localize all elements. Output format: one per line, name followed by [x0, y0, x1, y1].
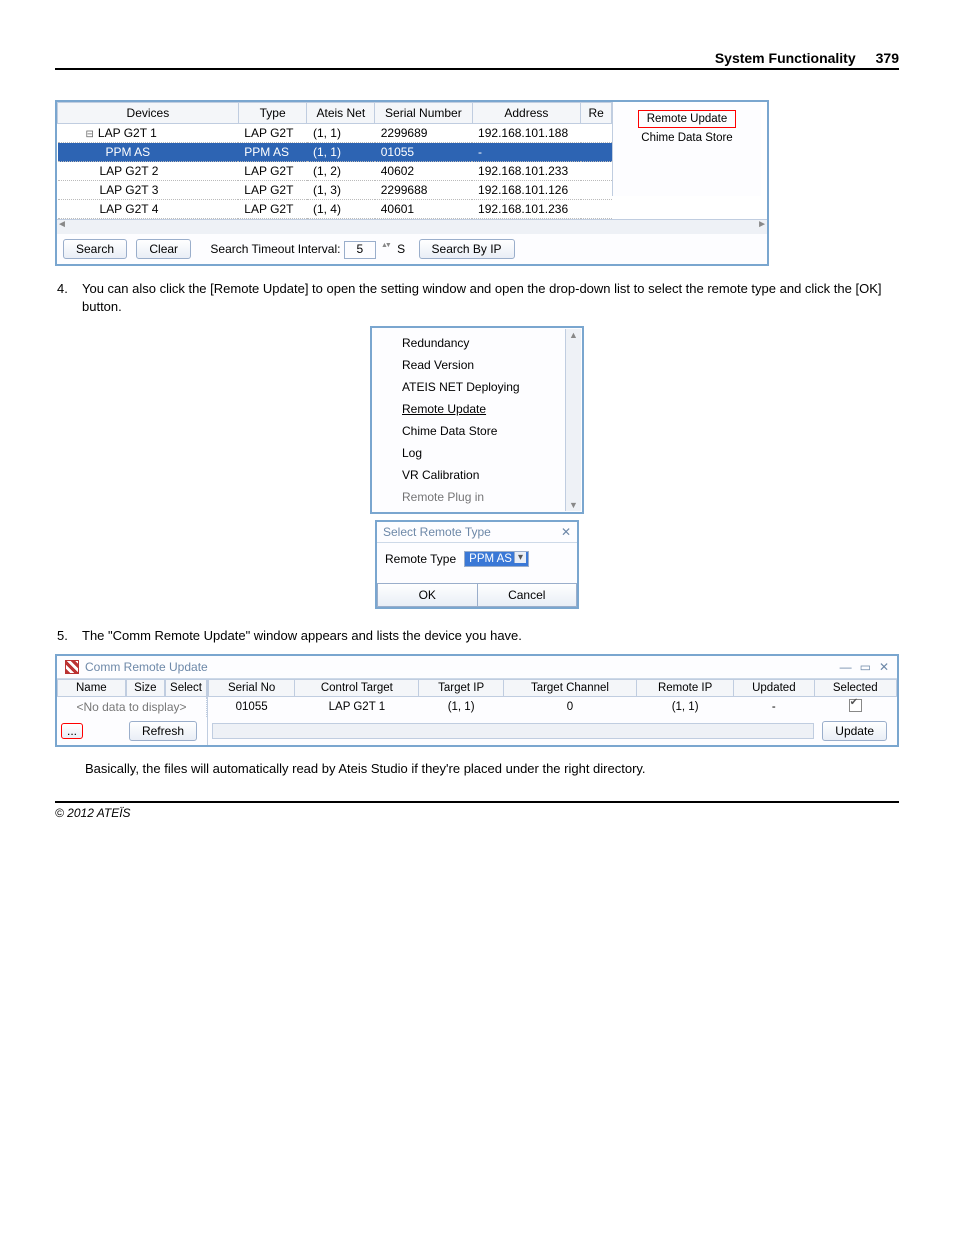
col-target-channel[interactable]: Target Channel: [503, 679, 636, 696]
step-number: 4.: [55, 280, 82, 316]
step-text: The "Comm Remote Update" window appears …: [82, 627, 899, 645]
refresh-button[interactable]: Refresh: [129, 721, 197, 741]
horizontal-scrollbar[interactable]: [212, 723, 814, 739]
remote-type-label: Remote Type: [385, 552, 456, 566]
close-icon[interactable]: ✕: [561, 525, 571, 539]
page-number: 379: [876, 50, 899, 66]
menu-item[interactable]: Remote Plug in: [372, 486, 582, 508]
menu-item[interactable]: VR Calibration: [372, 464, 582, 486]
col-devices[interactable]: Devices: [58, 103, 239, 124]
step-number: 5.: [55, 627, 82, 645]
menu-item[interactable]: Log: [372, 442, 582, 464]
horizontal-scrollbar[interactable]: [57, 219, 767, 234]
device-name: LAP G2T 4: [100, 202, 159, 216]
col-updated[interactable]: Updated: [734, 679, 814, 696]
remote-update-link[interactable]: Remote Update: [638, 110, 737, 128]
col-name[interactable]: Name: [57, 679, 126, 697]
device-name: PPM AS: [106, 145, 151, 159]
device-search-footer: Search Clear Search Timeout Interval: 5 …: [57, 234, 767, 264]
clear-button[interactable]: Clear: [136, 239, 191, 259]
menu-item[interactable]: ATEIS NET Deploying: [372, 376, 582, 398]
col-size[interactable]: Size: [126, 679, 165, 697]
maximize-icon[interactable]: ▭: [860, 660, 871, 674]
menu-item[interactable]: Chime Data Store: [372, 420, 582, 442]
search-by-ip-button[interactable]: Search By IP: [419, 239, 515, 259]
update-button[interactable]: Update: [822, 721, 887, 741]
menu-item[interactable]: Redundancy: [372, 332, 582, 354]
table-row[interactable]: LAP G2T 3 LAP G2T (1, 3) 2299688 192.168…: [58, 181, 612, 200]
table-row[interactable]: LAP G2T 2 LAP G2T (1, 2) 40602 192.168.1…: [58, 162, 612, 181]
search-button[interactable]: Search: [63, 239, 127, 259]
close-icon[interactable]: ✕: [879, 660, 889, 674]
col-control-target[interactable]: Control Target: [295, 679, 419, 696]
col-re[interactable]: Re: [581, 103, 612, 124]
table-row[interactable]: ⊟LAP G2T 1 LAP G2T (1, 1) 2299689 192.16…: [58, 124, 612, 143]
select-remote-type-dialog: Select Remote Type ✕ Remote Type PPM AS …: [375, 520, 579, 609]
action-menu: Redundancy Read Version ATEIS NET Deploy…: [370, 326, 584, 514]
table-row-selected[interactable]: PPM AS PPM AS (1, 1) 01055 -: [58, 143, 612, 162]
window-title: Comm Remote Update: [85, 660, 208, 674]
document-header: System Functionality 379: [55, 50, 899, 70]
menu-scrollbar[interactable]: [565, 329, 581, 511]
device-name: LAP G2T 1: [98, 126, 157, 140]
interval-spinner[interactable]: 5: [344, 241, 376, 259]
side-action-panel: Remote Update Chime Data Store: [612, 102, 761, 196]
col-remote-ip[interactable]: Remote IP: [637, 679, 734, 696]
comm-remote-update-window: Comm Remote Update — ▭ ✕ Name Size Selec…: [55, 654, 899, 747]
col-target-ip[interactable]: Target IP: [419, 679, 503, 696]
ok-button[interactable]: OK: [377, 583, 477, 607]
remote-type-combobox[interactable]: PPM AS: [464, 551, 529, 567]
col-selected[interactable]: Selected: [814, 679, 896, 696]
files-empty-text: <No data to display>: [57, 697, 207, 717]
device-name: LAP G2T 3: [100, 183, 159, 197]
col-address[interactable]: Address: [472, 103, 581, 124]
chime-data-store-link[interactable]: Chime Data Store: [613, 132, 761, 144]
col-type[interactable]: Type: [238, 103, 307, 124]
target-row[interactable]: 01055 LAP G2T 1 (1, 1) 0 (1, 1) -: [209, 696, 897, 717]
menu-item[interactable]: Read Version: [372, 354, 582, 376]
app-logo-icon: [65, 660, 79, 674]
header-title: System Functionality: [715, 50, 856, 66]
browse-button[interactable]: ...: [61, 723, 83, 739]
interval-unit: S: [397, 242, 405, 256]
minimize-icon[interactable]: —: [840, 660, 852, 674]
cancel-button[interactable]: Cancel: [477, 583, 578, 607]
targets-panel: Serial No Control Target Target IP Targe…: [208, 679, 897, 745]
files-panel: Name Size Select <No data to display> ..…: [57, 679, 208, 745]
device-table: Devices Type Ateis Net Serial Number Add…: [57, 102, 612, 219]
document-footer: © 2012 ATEÏS: [55, 801, 899, 820]
selected-checkbox[interactable]: [849, 699, 862, 712]
device-name: LAP G2T 2: [100, 164, 159, 178]
col-serial[interactable]: Serial Number: [375, 103, 472, 124]
dialog-title: Select Remote Type: [383, 525, 491, 539]
col-serial-no[interactable]: Serial No: [209, 679, 295, 696]
table-row[interactable]: LAP G2T 4 LAP G2T (1, 4) 40601 192.168.1…: [58, 200, 612, 219]
step-text: You can also click the [Remote Update] t…: [82, 280, 899, 316]
device-search-window: Devices Type Ateis Net Serial Number Add…: [55, 100, 769, 266]
col-select[interactable]: Select: [165, 679, 207, 697]
closing-text: Basically, the files will automatically …: [55, 761, 899, 776]
menu-item-remote-update[interactable]: Remote Update: [372, 398, 582, 420]
interval-label: Search Timeout Interval:: [210, 242, 340, 256]
col-ateis-net[interactable]: Ateis Net: [307, 103, 375, 124]
